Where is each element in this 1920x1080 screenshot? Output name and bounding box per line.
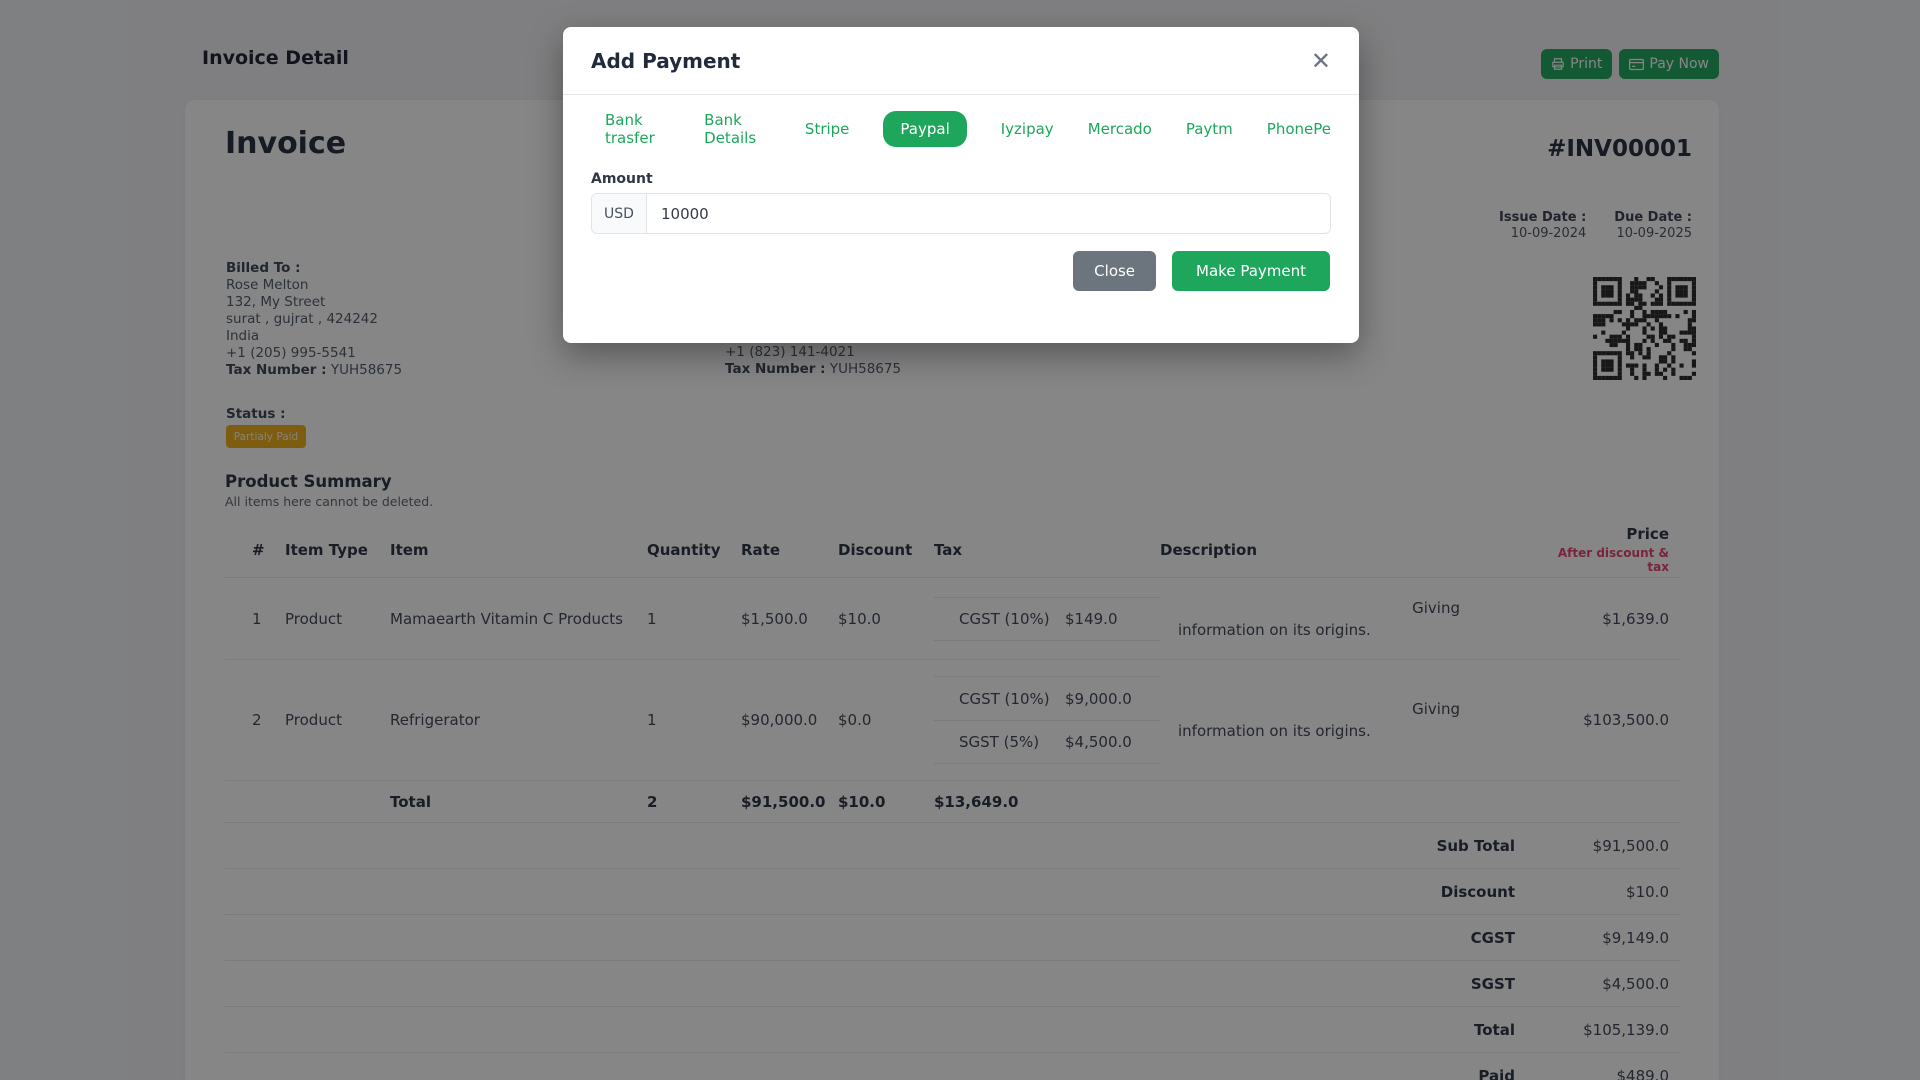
currency-addon: USD <box>592 194 647 233</box>
tab-paytm[interactable]: Paytm <box>1186 120 1233 138</box>
tab-paypal[interactable]: Paypal <box>883 111 967 147</box>
close-button[interactable]: Close <box>1073 251 1157 291</box>
make-payment-button[interactable]: Make Payment <box>1172 251 1330 291</box>
tab-stripe[interactable]: Stripe <box>805 120 850 138</box>
modal-header: Add Payment ✕ <box>563 27 1359 95</box>
tab-bank-transfer[interactable]: Bank trasfer <box>605 111 670 147</box>
add-payment-modal: Add Payment ✕ Bank trasfer Bank Details … <box>563 27 1359 343</box>
payment-method-tabs: Bank trasfer Bank Details Stripe Paypal … <box>605 111 1331 147</box>
modal-body: Bank trasfer Bank Details Stripe Paypal … <box>563 95 1359 234</box>
tab-phonepe[interactable]: PhonePe <box>1267 120 1331 138</box>
tab-mercado[interactable]: Mercado <box>1088 120 1152 138</box>
close-icon[interactable]: ✕ <box>1309 47 1333 75</box>
modal-title: Add Payment <box>591 48 741 73</box>
invoice-detail-screen: Invoice Detail Print Pay Now Invoice #IN… <box>0 0 1920 1080</box>
tab-iyzipay[interactable]: Iyzipay <box>1001 120 1054 138</box>
tab-bank-details[interactable]: Bank Details <box>704 111 771 147</box>
modal-footer: Close Make Payment <box>1073 251 1330 291</box>
amount-input[interactable] <box>647 194 1330 233</box>
amount-label: Amount <box>591 171 653 187</box>
amount-input-group: USD <box>591 193 1331 234</box>
